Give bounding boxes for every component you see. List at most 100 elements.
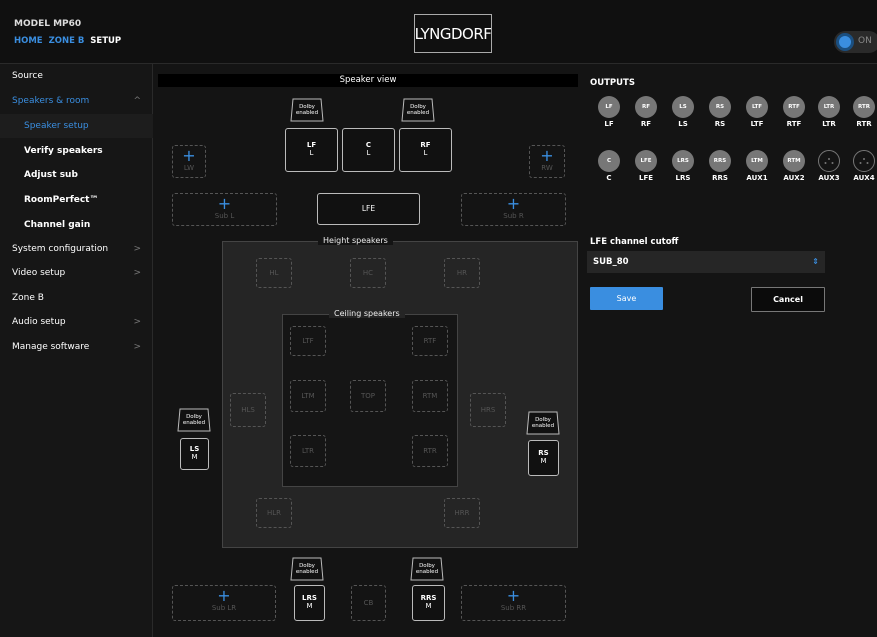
output-connector[interactable]: LF xyxy=(598,96,620,118)
speaker-ltm[interactable]: LTM xyxy=(290,380,326,412)
output-connector[interactable]: RTR xyxy=(853,96,875,118)
dolby-badge: Dolby enabled xyxy=(401,98,435,122)
add-speaker-sub-l[interactable]: + Sub L xyxy=(172,193,277,226)
sidebar-item-speaker-setup[interactable]: Speaker setup xyxy=(0,114,153,138)
speaker-hc[interactable]: HC xyxy=(350,258,386,288)
output-label: AUX2 xyxy=(783,174,805,182)
sidebar-item-manage-software[interactable]: Manage software > xyxy=(0,335,153,359)
output-connector[interactable]: C xyxy=(598,150,620,172)
breadcrumb-zone-b[interactable]: ZONE B xyxy=(49,36,85,46)
speaker-cb[interactable]: CB xyxy=(351,585,386,621)
dolby-text: Dolby xyxy=(419,563,435,569)
sidebar-item-adjust-sub[interactable]: Adjust sub xyxy=(0,163,153,187)
speaker-ltf[interactable]: LTF xyxy=(290,326,326,356)
speaker-name: HRR xyxy=(454,509,470,517)
power-label: ON xyxy=(858,36,872,46)
cancel-button[interactable]: Cancel xyxy=(751,287,825,312)
lfe-cutoff-select[interactable]: SUB_80 ⇕ xyxy=(587,251,825,273)
breadcrumb-home[interactable]: HOME xyxy=(14,36,43,46)
speaker-name: Sub LR xyxy=(211,604,237,612)
plus-icon: + xyxy=(540,146,554,165)
speaker-name: C xyxy=(365,141,372,149)
speaker-name: Sub RR xyxy=(500,604,527,612)
add-speaker-sub-rr[interactable]: + Sub RR xyxy=(461,585,566,621)
output-connector[interactable]: RTM xyxy=(783,150,805,172)
sidebar-item-roomperfect[interactable]: RoomPerfect™ xyxy=(0,188,153,212)
speaker-ltr[interactable]: LTR xyxy=(290,435,326,467)
speaker-top[interactable]: TOP xyxy=(350,380,386,412)
output-connector[interactable]: RS xyxy=(709,96,731,118)
speaker-hlr[interactable]: HLR xyxy=(256,498,292,528)
sidebar-item-source[interactable]: Source xyxy=(0,64,153,88)
xlr-connector-icon[interactable] xyxy=(853,150,875,172)
speaker-rf[interactable]: RF L xyxy=(399,128,452,172)
chevron-right-icon: > xyxy=(133,268,141,278)
output-connector[interactable]: RF xyxy=(635,96,657,118)
height-speakers-title: Height speakers xyxy=(318,236,393,245)
chevron-right-icon: > xyxy=(133,317,141,327)
sidebar-item-verify-speakers[interactable]: Verify speakers xyxy=(0,139,153,163)
speaker-lfe[interactable]: LFE xyxy=(317,193,420,225)
output-label: C xyxy=(606,174,612,182)
add-speaker-lw[interactable]: + LW xyxy=(172,145,206,178)
speaker-view-title: Speaker view xyxy=(158,74,578,87)
power-icon xyxy=(836,33,854,51)
output-connector[interactable]: RRS xyxy=(709,150,731,172)
sidebar-item-video-setup[interactable]: Video setup > xyxy=(0,261,153,285)
output-label: RS xyxy=(714,120,726,128)
speaker-name: HRS xyxy=(480,406,496,414)
dolby-text: Dolby xyxy=(299,104,315,110)
updown-arrows-icon: ⇕ xyxy=(812,257,819,266)
output-connector[interactable]: LRS xyxy=(672,150,694,172)
speaker-rtr[interactable]: RTR xyxy=(412,435,448,467)
speaker-name: RW xyxy=(541,164,553,172)
power-toggle[interactable]: ON xyxy=(834,31,877,53)
speaker-hl[interactable]: HL xyxy=(256,258,292,288)
output-label: LTF xyxy=(750,120,764,128)
output-label: AUX1 xyxy=(746,174,768,182)
add-speaker-rw[interactable]: + RW xyxy=(529,145,565,178)
speaker-name: RS xyxy=(538,449,549,457)
speaker-hrr[interactable]: HRR xyxy=(444,498,480,528)
dolby-badge: Dolby enabled xyxy=(177,408,211,432)
plus-icon: + xyxy=(217,194,232,213)
sidebar-item-audio-setup[interactable]: Audio setup > xyxy=(0,310,153,334)
sidebar-item-label: Adjust sub xyxy=(24,170,78,180)
sidebar-item-system-configuration[interactable]: System configuration > xyxy=(0,237,153,261)
speaker-hls[interactable]: HLS xyxy=(230,393,266,427)
speaker-rtm[interactable]: RTM xyxy=(412,380,448,412)
output-connector[interactable]: LTR xyxy=(818,96,840,118)
speaker-ls[interactable]: LS M xyxy=(180,438,209,470)
sidebar-item-label: RoomPerfect™ xyxy=(24,195,99,205)
sidebar-item-label: Video setup xyxy=(12,268,66,278)
speaker-name: RF xyxy=(420,141,431,149)
speaker-name: LF xyxy=(306,141,317,149)
output-connector[interactable]: LFE xyxy=(635,150,657,172)
speaker-hrs[interactable]: HRS xyxy=(470,393,506,427)
speaker-lrs[interactable]: LRS M xyxy=(294,585,325,621)
add-speaker-sub-lr[interactable]: + Sub LR xyxy=(172,585,276,621)
dolby-text: enabled xyxy=(295,110,319,116)
speaker-rtf[interactable]: RTF xyxy=(412,326,448,356)
output-connector[interactable]: LTF xyxy=(746,96,768,118)
add-speaker-sub-r[interactable]: + Sub R xyxy=(461,193,566,226)
speaker-rs[interactable]: RS M xyxy=(528,440,559,476)
sidebar-item-speakers-room[interactable]: Speakers & room ^ xyxy=(0,89,153,113)
speaker-hr[interactable]: HR xyxy=(444,258,480,288)
sidebar-item-label: Speaker setup xyxy=(24,121,89,131)
dolby-text: enabled xyxy=(415,569,439,575)
speaker-lf[interactable]: LF L xyxy=(285,128,338,172)
speaker-name: RTF xyxy=(423,337,437,345)
sidebar-item-channel-gain[interactable]: Channel gain xyxy=(0,213,153,237)
xlr-connector-icon[interactable] xyxy=(818,150,840,172)
speaker-c[interactable]: CL xyxy=(342,128,395,172)
speaker-rrs[interactable]: RRS M xyxy=(412,585,445,621)
output-connector[interactable]: LTM xyxy=(746,150,768,172)
output-connector[interactable]: LS xyxy=(672,96,694,118)
dolby-badge: Dolby enabled xyxy=(410,557,444,581)
output-connector[interactable]: RTF xyxy=(783,96,805,118)
save-button[interactable]: Save xyxy=(590,287,663,310)
speaker-size: M xyxy=(425,602,432,610)
dolby-badge: Dolby enabled xyxy=(290,557,324,581)
sidebar-item-zone-b[interactable]: Zone B xyxy=(0,286,153,310)
